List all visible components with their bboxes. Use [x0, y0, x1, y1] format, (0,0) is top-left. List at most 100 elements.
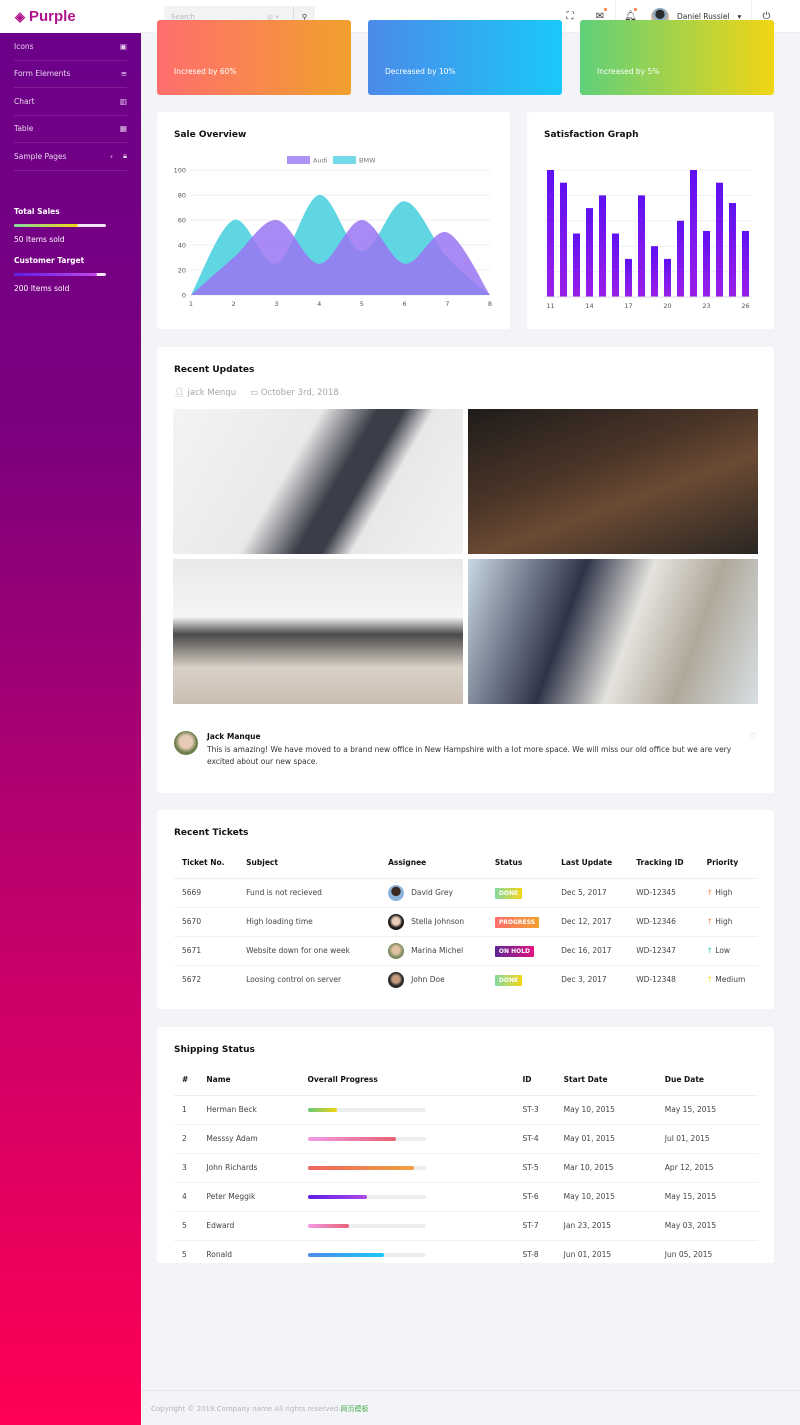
- sidebar-item-table[interactable]: Table ▦: [14, 116, 127, 143]
- ticket-no: 5669: [174, 878, 239, 908]
- photo-laptop[interactable]: [468, 409, 758, 554]
- shipment-id: ST-4: [514, 1124, 556, 1154]
- heart-icon[interactable]: ♡: [749, 732, 757, 742]
- x-tick-label: 17: [624, 302, 632, 310]
- subject: Fund is not recieved: [238, 878, 381, 908]
- progress-bar: [307, 1136, 426, 1141]
- card-title: Recent Updates: [174, 365, 255, 375]
- last-update: Dec 5, 2017: [553, 878, 629, 908]
- x-tick-label: 23: [702, 302, 710, 310]
- progress-bar: [307, 1223, 426, 1228]
- stat-title: Total Sales: [14, 206, 60, 216]
- table-row[interactable]: 2 Messsy Adam ST-4 May 01, 2015 Jul 01, 2015: [174, 1124, 758, 1154]
- table-row[interactable]: 1 Herman Beck ST-3 May 10, 2015 May 15, 2015: [174, 1095, 758, 1125]
- photo-business-meeting[interactable]: [468, 559, 758, 704]
- table-row[interactable]: 5671 Website down for one week Marina Mich…: [174, 936, 758, 966]
- stat-progress: [14, 223, 106, 227]
- table-row[interactable]: 5670 High loading time Stella Johnson PROGR…: [174, 907, 758, 937]
- stat-card: Increased by 5%: [580, 20, 774, 95]
- column-header[interactable]: Overall Progress: [299, 1065, 515, 1096]
- name: John Richards: [198, 1153, 300, 1183]
- priority-label: High: [715, 917, 733, 926]
- sidebar-item-chart[interactable]: Chart ▥: [14, 88, 127, 116]
- column-header[interactable]: Due Date: [656, 1065, 758, 1096]
- table-row[interactable]: 5 Edward ST-7 Jan 23, 2015 May 03, 2015: [174, 1211, 758, 1241]
- status-badge: PROGRESS: [494, 917, 540, 928]
- due-date: May 03, 2015: [656, 1211, 758, 1241]
- photo-meeting-room[interactable]: [173, 559, 463, 704]
- shipment-id: ST-3: [514, 1095, 556, 1125]
- y-tick-label: 0: [182, 292, 186, 300]
- ticket-no: 5670: [174, 907, 239, 937]
- tracking-id: WD-12345: [628, 878, 699, 908]
- column-header[interactable]: Priority: [698, 848, 758, 879]
- table-row[interactable]: 5 Ronald ST-8 Jun 01, 2015 Jun 05, 2015: [174, 1240, 758, 1269]
- card-title: Shipping Status: [174, 1045, 255, 1055]
- sale-overview-card: Sale Overview 0 20 40 60 80 100 1 2 3 4 5 6 7 8 Audi BM…: [157, 112, 510, 329]
- bar: [651, 246, 658, 297]
- tickets-table: Ticket No. Subject Assignee Status Last Upda…: [174, 848, 758, 994]
- column-header[interactable]: Assignee: [380, 848, 487, 879]
- sidebar-item-form-elements[interactable]: Form Elements ≡: [14, 61, 127, 88]
- column-header[interactable]: ID: [514, 1065, 556, 1096]
- sidebar-item-label: Sample Pages: [14, 151, 67, 161]
- column-header[interactable]: Tracking ID: [628, 848, 699, 879]
- due-date: May 15, 2015: [656, 1182, 758, 1212]
- column-header[interactable]: Status: [486, 848, 554, 879]
- satisfaction-chart: 11 14 17 20 23 26: [544, 169, 752, 310]
- due-date: May 15, 2015: [656, 1095, 758, 1125]
- bar: [690, 170, 697, 297]
- photo-desk-keyboard[interactable]: [173, 409, 463, 554]
- sale-overview-chart: 0 20 40 60 80 100 1 2 3 4 5 6 7 8 Audi BMW: [174, 156, 492, 308]
- start-date: May 01, 2015: [555, 1124, 657, 1154]
- x-tick-label: 1: [189, 300, 193, 308]
- assignee: John Doe: [380, 965, 487, 994]
- column-header[interactable]: Start Date: [555, 1065, 657, 1096]
- column-header[interactable]: Ticket No.: [174, 848, 239, 879]
- progress-bar: [307, 1252, 426, 1257]
- bar: [729, 203, 736, 297]
- layers-icon: ◈: [15, 8, 25, 24]
- table-icon: ▦: [119, 124, 127, 134]
- legend-swatch: [287, 156, 310, 164]
- sidebar-item-sample-pages[interactable]: Sample Pages ‹ 🔒︎: [14, 143, 127, 171]
- brand-logo[interactable]: ◈ Purple: [0, 0, 141, 33]
- date-text: October 3rd, 2018: [260, 388, 339, 398]
- footer-link[interactable]: 网页模板: [341, 1405, 369, 1413]
- start-date: Mar 10, 2015: [555, 1153, 657, 1183]
- progress-bar: [307, 1194, 426, 1199]
- commenter-name: Jack Manque: [207, 732, 261, 741]
- start-date: Jun 01, 2015: [563, 1250, 612, 1260]
- arrow-up-icon: ↑: [706, 917, 716, 926]
- sidebar-item-icons[interactable]: Icons ▣: [14, 33, 127, 61]
- tracking-id: WD-12347: [628, 936, 699, 966]
- column-header[interactable]: Subject: [238, 848, 381, 879]
- due-date: Apr 12, 2015: [656, 1153, 758, 1183]
- sidebar: ◈ Purple Icons ▣ Form Elements ≡ Chart ▥ Table ▦…: [0, 0, 141, 1425]
- y-tick-label: 40: [178, 242, 186, 250]
- format-list-icon: ≡: [120, 69, 127, 79]
- progress-bar: [307, 1107, 426, 1112]
- column-header[interactable]: Name: [198, 1065, 300, 1096]
- author: 👤︎ jack Menqu: [174, 388, 236, 398]
- priority: ↑ High: [698, 907, 758, 937]
- table-row[interactable]: 3 John Richards ST-5 Mar 10, 2015 Apr 12, 20…: [174, 1153, 758, 1183]
- legend-swatch: [333, 156, 356, 164]
- y-tick-label: 20: [178, 267, 186, 275]
- avatar: [388, 913, 405, 930]
- priority: ↑ Medium: [699, 965, 758, 994]
- column-header[interactable]: Last Update: [553, 848, 629, 879]
- table-row[interactable]: 5672 Loosing control on server John Doe DON…: [174, 965, 758, 994]
- table-row[interactable]: 4 Peter Meggik ST-6 May 10, 2015 May 15, 201…: [174, 1182, 758, 1212]
- start-date: May 10, 2015: [555, 1095, 657, 1125]
- lock-icon: 🔒︎: [123, 151, 127, 161]
- column-header[interactable]: #: [174, 1065, 199, 1096]
- stat-caption: 50 Items sold: [14, 234, 65, 244]
- date: ▭ October 3rd, 2018: [250, 388, 339, 398]
- stat-card-caption: Incresed by 60%: [174, 67, 237, 76]
- table-row[interactable]: 5669 Fund is not recieved David Grey DONE De…: [174, 878, 758, 908]
- priority-label: High: [715, 888, 733, 897]
- bar: [664, 258, 671, 297]
- stat-card: Incresed by 60%: [157, 20, 351, 95]
- x-tick-label: 26: [741, 302, 749, 310]
